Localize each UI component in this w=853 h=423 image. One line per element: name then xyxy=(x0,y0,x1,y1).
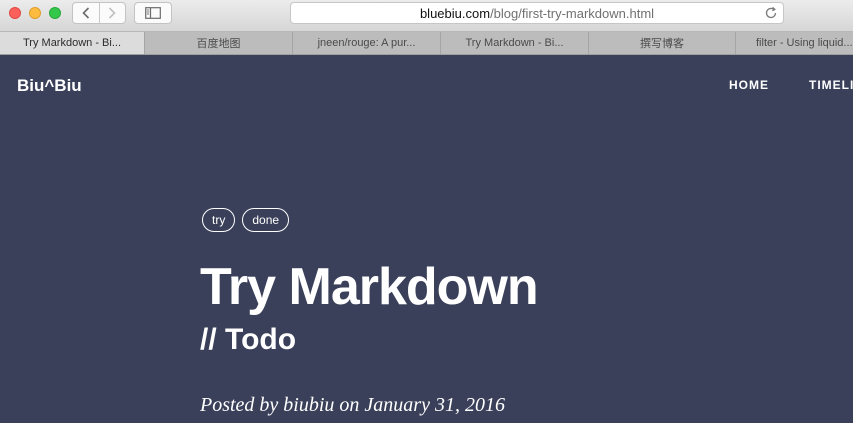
tab-label: filter - Using liquid... xyxy=(756,37,853,49)
sidebar-toggle-button[interactable] xyxy=(134,2,172,24)
nav-home[interactable]: HOME xyxy=(729,78,769,92)
tab-label: Try Markdown - Bi... xyxy=(465,37,564,49)
post-meta: Posted by biubiu on January 31, 2016 xyxy=(200,394,505,416)
url-domain: bluebiu.com xyxy=(419,5,491,21)
forward-button[interactable] xyxy=(98,3,126,23)
site-nav: HOME TIMELI xyxy=(729,78,853,92)
tab-rouge[interactable]: jneen/rouge: A pur... xyxy=(293,32,441,54)
tab-liquid-filter[interactable]: filter - Using liquid... xyxy=(736,32,853,54)
chevron-left-icon xyxy=(82,7,89,19)
zoom-window-button[interactable] xyxy=(49,7,61,19)
post-title: Try Markdown xyxy=(200,258,539,316)
tab-try-markdown-active[interactable]: Try Markdown - Bi... xyxy=(0,32,145,54)
chevron-right-icon xyxy=(109,7,116,19)
post-subtitle: // Todo xyxy=(200,323,297,356)
tag-done[interactable]: done xyxy=(242,208,290,232)
browser-toolbar: bluebiu.com/blog/first-try-markdown.html xyxy=(0,0,853,32)
url-path: /blog/first-try-markdown.html xyxy=(490,5,655,21)
close-window-button[interactable] xyxy=(9,7,21,19)
tab-label: 百度地图 xyxy=(196,38,241,50)
nav-timeline[interactable]: TIMELI xyxy=(809,78,853,92)
address-bar[interactable]: bluebiu.com/blog/first-try-markdown.html xyxy=(290,2,784,24)
reload-icon[interactable] xyxy=(764,6,778,20)
minimize-window-button[interactable] xyxy=(29,7,41,19)
post-tags: try done xyxy=(202,208,290,232)
tab-write-blog[interactable]: 撰写博客 xyxy=(589,32,736,54)
tab-bar: Try Markdown - Bi... 百度地图 jneen/rouge: A… xyxy=(0,32,853,55)
tag-try[interactable]: try xyxy=(202,208,236,232)
page-header: Biu^Biu HOME TIMELI try done Try Markdow… xyxy=(0,55,853,423)
site-brand[interactable]: Biu^Biu xyxy=(17,76,82,96)
tab-label: 撰写博客 xyxy=(640,38,684,50)
tab-baidu-map[interactable]: 百度地图 xyxy=(145,32,293,54)
sidebar-icon xyxy=(145,7,161,19)
back-button[interactable] xyxy=(73,3,99,23)
tab-try-markdown[interactable]: Try Markdown - Bi... xyxy=(441,32,589,54)
history-buttons xyxy=(72,2,126,24)
tab-label: Try Markdown - Bi... xyxy=(23,37,121,49)
tab-label: jneen/rouge: A pur... xyxy=(317,37,416,49)
